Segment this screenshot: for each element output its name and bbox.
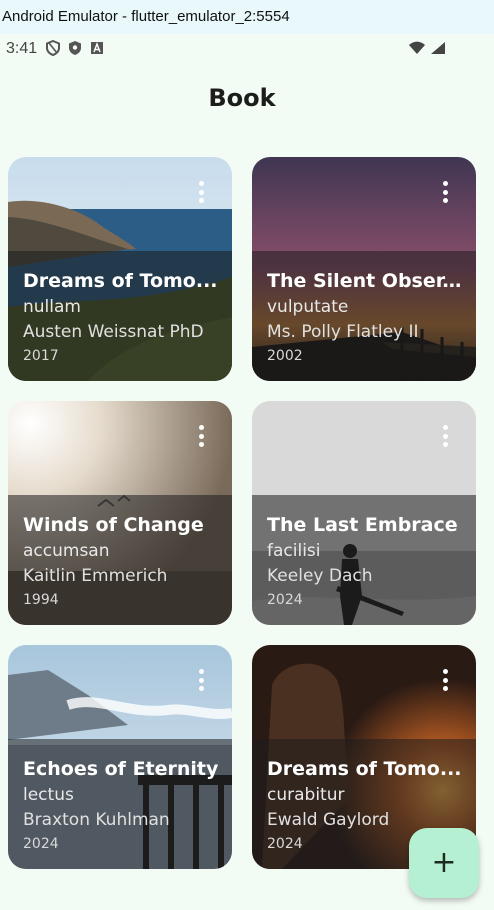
book-title: The Last Embrace bbox=[267, 514, 458, 536]
book-subtitle: vulputate bbox=[267, 297, 349, 317]
book-year: 2002 bbox=[267, 348, 303, 364]
book-grid: Dreams of Tomo... nullam Austen Weissnat… bbox=[8, 157, 476, 869]
book-card[interactable]: Echoes of Eternity lectus Braxton Kuhlma… bbox=[8, 645, 232, 869]
font-a-icon bbox=[91, 42, 103, 54]
status-time: 3:41 bbox=[6, 40, 38, 57]
book-subtitle: curabitur bbox=[267, 785, 345, 805]
book-year: 2024 bbox=[23, 836, 59, 852]
wifi-icon bbox=[409, 41, 425, 54]
book-year: 2017 bbox=[23, 348, 59, 364]
book-card[interactable]: Dreams of Tomo... nullam Austen Weissnat… bbox=[8, 157, 232, 381]
book-title: Winds of Change bbox=[23, 514, 204, 536]
book-title: Dreams of Tomo... bbox=[267, 758, 462, 780]
status-icons-right bbox=[408, 41, 446, 55]
card-text: Echoes of Eternity lectus Braxton Kuhlma… bbox=[23, 755, 220, 855]
card-text: Winds of Change accumsan Kaitlin Emmeric… bbox=[23, 511, 220, 611]
book-subtitle: nullam bbox=[23, 297, 81, 317]
status-icons-left bbox=[46, 40, 104, 56]
card-text: Dreams of Tomo... nullam Austen Weissnat… bbox=[23, 267, 220, 367]
more-vert-icon[interactable] bbox=[440, 669, 450, 691]
book-year: 1994 bbox=[23, 592, 59, 608]
plus-icon: + bbox=[431, 845, 457, 880]
book-card[interactable]: The Last Embrace facilisi Keeley Dach 20… bbox=[252, 401, 476, 625]
book-title: Echoes of Eternity bbox=[23, 758, 219, 780]
book-title: The Silent Obser... bbox=[267, 270, 464, 292]
book-author: Braxton Kuhlman bbox=[23, 810, 170, 830]
card-text: The Silent Obser... vulputate Ms. Polly … bbox=[267, 267, 464, 367]
book-card[interactable]: Winds of Change accumsan Kaitlin Emmeric… bbox=[8, 401, 232, 625]
more-vert-icon[interactable] bbox=[440, 181, 450, 203]
more-vert-icon[interactable] bbox=[196, 669, 206, 691]
book-subtitle: lectus bbox=[23, 785, 74, 805]
book-title: Dreams of Tomo... bbox=[23, 270, 218, 292]
book-author: Keeley Dach bbox=[267, 566, 373, 586]
book-author: Kaitlin Emmerich bbox=[23, 566, 168, 586]
emulator-window-title: Android Emulator - flutter_emulator_2:55… bbox=[0, 0, 494, 34]
book-subtitle: accumsan bbox=[23, 541, 110, 561]
book-card[interactable]: The Silent Obser... vulputate Ms. Polly … bbox=[252, 157, 476, 381]
shield-outline-icon bbox=[46, 40, 60, 56]
page-title: Book bbox=[208, 84, 276, 112]
more-vert-icon[interactable] bbox=[196, 425, 206, 447]
book-subtitle: facilisi bbox=[267, 541, 321, 561]
book-author: Ms. Polly Flatley II bbox=[267, 322, 419, 342]
add-book-button[interactable]: + bbox=[409, 828, 479, 898]
more-vert-icon[interactable] bbox=[440, 425, 450, 447]
status-bar: 3:41 bbox=[0, 34, 494, 64]
more-vert-icon[interactable] bbox=[196, 181, 206, 203]
signal-icon bbox=[431, 42, 445, 54]
book-year: 2024 bbox=[267, 592, 303, 608]
card-text: The Last Embrace facilisi Keeley Dach 20… bbox=[267, 511, 464, 611]
book-author: Austen Weissnat PhD bbox=[23, 322, 204, 342]
shield-filled-icon bbox=[69, 41, 81, 55]
